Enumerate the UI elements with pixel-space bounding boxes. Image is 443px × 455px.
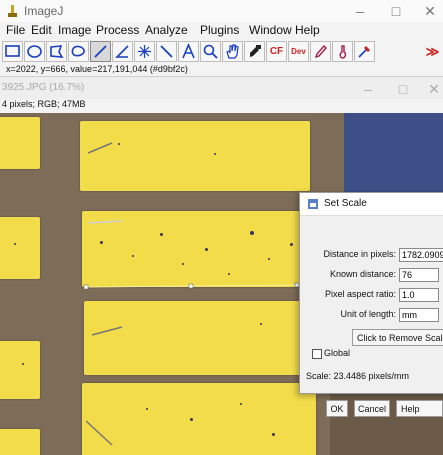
distance-label: Distance in pixels:: [323, 249, 396, 259]
status-bar: x=2022, y=666, value=217,191,044 (#d9bf2…: [6, 64, 188, 74]
menu-edit[interactable]: Edit: [31, 23, 52, 37]
text-tool-icon[interactable]: [178, 41, 199, 62]
wand-tool-icon[interactable]: [156, 41, 177, 62]
cancel-button[interactable]: Cancel: [354, 400, 390, 417]
magnifier-tool-icon[interactable]: [200, 41, 221, 62]
imagej-main-window: ImageJ – □ ✕ File Edit Image Process Ana…: [0, 0, 443, 77]
dialog-app-icon: [308, 199, 318, 209]
oval-tool-icon[interactable]: [24, 41, 45, 62]
dialog-title: Set Scale: [324, 198, 367, 209]
menu-analyze[interactable]: Analyze: [145, 23, 188, 37]
menu-file[interactable]: File: [6, 23, 25, 37]
color-picker-tool-icon[interactable]: [354, 41, 375, 62]
rectangle-tool-icon[interactable]: [2, 41, 23, 62]
image-title-bar: 3925.JPG (16.7%) – □ ✕: [0, 77, 443, 99]
image-window-title: 3925.JPG (16.7%): [2, 82, 85, 93]
main-window-title: ImageJ: [24, 4, 64, 18]
main-title-bar: ImageJ – □ ✕: [0, 0, 443, 22]
menu-image[interactable]: Image: [58, 23, 91, 37]
dialog-title-bar: Set Scale: [300, 193, 443, 216]
image-close-button[interactable]: ✕: [414, 80, 443, 98]
cf-tool-icon[interactable]: CF: [266, 41, 287, 62]
unit-label: Unit of length:: [340, 309, 396, 319]
menu-plugins[interactable]: Plugins: [200, 23, 239, 37]
minimize-button[interactable]: –: [340, 2, 380, 20]
set-scale-dialog: Set Scale Distance in pixels: Known dist…: [299, 192, 443, 394]
global-checkbox[interactable]: [312, 349, 322, 359]
straight-line-tool-icon[interactable]: [90, 41, 111, 62]
aspect-ratio-label: Pixel aspect ratio:: [324, 289, 396, 299]
menu-window[interactable]: Window: [249, 23, 292, 37]
menu-help[interactable]: Help: [295, 23, 320, 37]
toolbar: CF Dev ≫: [2, 40, 443, 64]
freehand-tool-icon[interactable]: [68, 41, 89, 62]
brush-tool-icon[interactable]: [332, 41, 353, 62]
aspect-ratio-input[interactable]: [399, 288, 439, 302]
unit-input[interactable]: [399, 308, 439, 322]
more-tools-icon[interactable]: ≫: [422, 41, 443, 62]
help-button[interactable]: Help: [396, 400, 443, 417]
dev-tool-icon[interactable]: Dev: [288, 41, 309, 62]
distance-input[interactable]: [399, 248, 443, 262]
close-button[interactable]: ✕: [410, 2, 443, 20]
menu-process[interactable]: Process: [96, 23, 139, 37]
multipoint-tool-icon[interactable]: [134, 41, 155, 62]
known-distance-label: Known distance:: [329, 269, 396, 279]
ok-button[interactable]: OK: [326, 400, 348, 417]
angle-tool-icon[interactable]: [112, 41, 133, 62]
image-minimize-button[interactable]: –: [348, 80, 388, 98]
image-info: 4 pixels; RGB; 47MB: [2, 99, 86, 109]
known-distance-input[interactable]: [399, 268, 439, 282]
hand-tool-icon[interactable]: [222, 41, 243, 62]
imagej-logo-icon: [8, 5, 17, 17]
pencil-tool-icon[interactable]: [310, 41, 331, 62]
dropper-tool-icon[interactable]: [244, 41, 265, 62]
scale-readout: Scale: 23.4486 pixels/mm: [306, 371, 410, 381]
remove-scale-button[interactable]: Click to Remove Scale: [352, 329, 443, 346]
menu-bar: File Edit Image Process Analyze Plugins …: [0, 22, 443, 40]
global-label: Global: [324, 348, 351, 358]
polygon-tool-icon[interactable]: [46, 41, 67, 62]
